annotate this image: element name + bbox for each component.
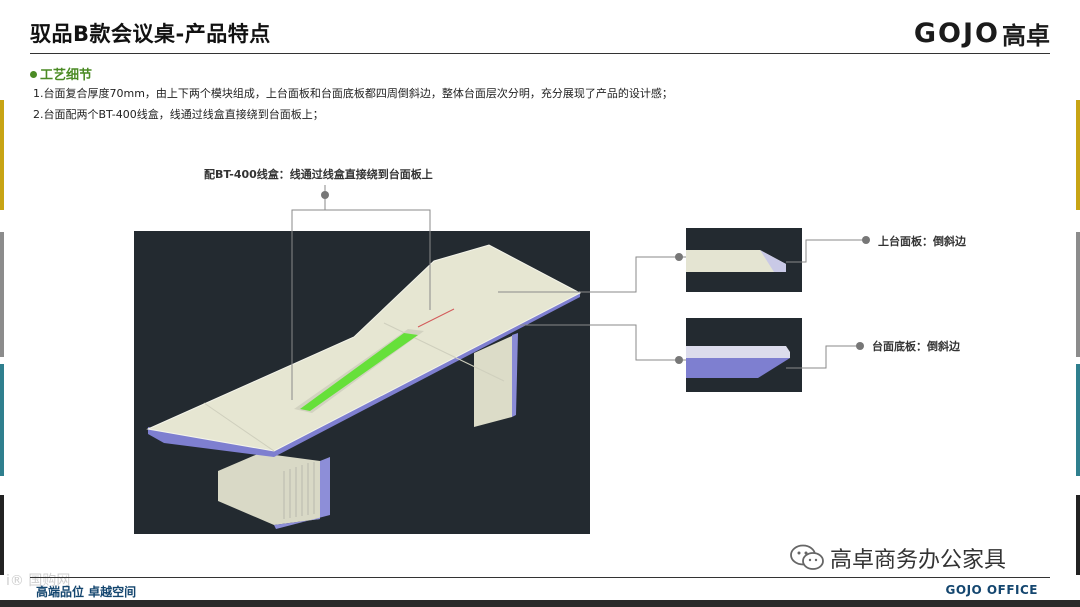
footer-slogan: 高端品位 卓越空间	[36, 585, 137, 599]
wechat-icon	[790, 544, 824, 570]
footer-brand: GOJO OFFICE	[945, 583, 1038, 597]
bottom-strip	[0, 600, 1080, 607]
wechat-account: 高卓商务办公家具	[790, 542, 1006, 574]
callout-top-panel: 上台面板：倒斜边	[878, 235, 966, 248]
callout-bottom-panel: 台面底板：倒斜边	[872, 340, 960, 353]
wechat-account-name: 高卓商务办公家具	[830, 548, 1007, 573]
callout-wire-box: 配BT-400线盒：线通过线盒直接绕到台面板上	[204, 168, 433, 181]
callout-leader-lines	[291, 185, 870, 400]
footer-divider	[30, 577, 1050, 578]
